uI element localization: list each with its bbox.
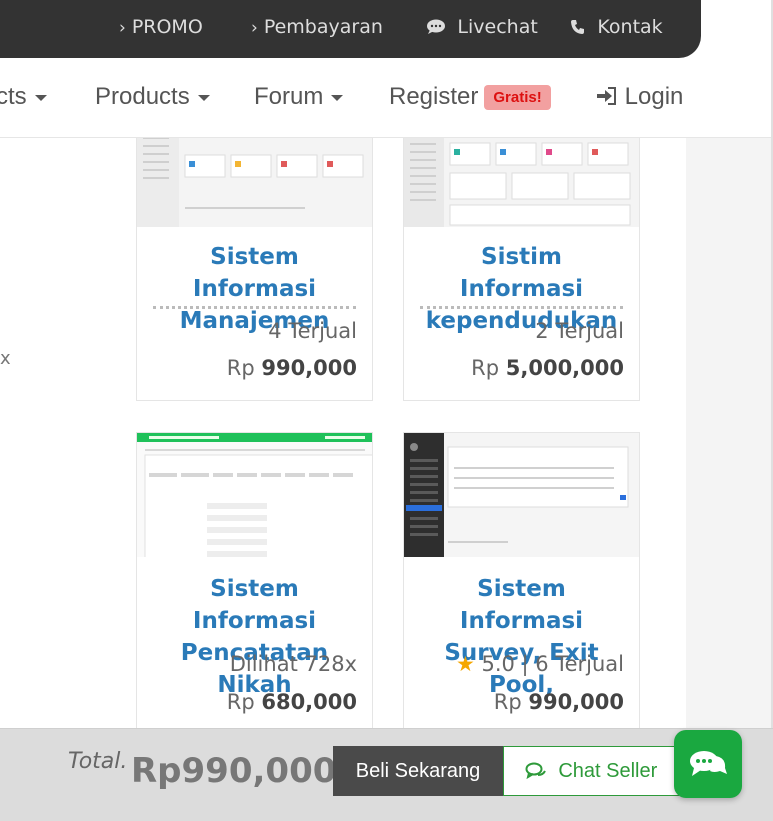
promo-link[interactable]: › PROMO	[119, 16, 203, 38]
caret-down-icon	[34, 94, 47, 101]
nav-item-products[interactable]: Products	[95, 83, 210, 111]
nav-item-forum[interactable]: Forum	[254, 83, 344, 111]
nav-item-label: Login	[624, 83, 684, 110]
product-price: Rp 990,000	[227, 356, 357, 380]
chat-bubbles-icon	[525, 760, 559, 782]
main-nav: cts Products Forum Register Gratis! Login	[0, 58, 773, 138]
chevron-right-icon: ›	[251, 18, 258, 38]
nav-item-label: cts	[0, 83, 27, 110]
chat-seller-label: Chat Seller	[558, 760, 658, 782]
livechat-label: Livechat	[457, 16, 538, 38]
checkout-bar: Total. Rp990,000 Beli Sekarang Chat Sell…	[0, 728, 773, 821]
price-currency: Rp	[226, 356, 255, 380]
buy-now-button[interactable]: Beli Sekarang	[333, 746, 503, 796]
caret-down-icon	[197, 94, 210, 101]
left-column-fragment: x	[0, 348, 11, 369]
divider	[420, 306, 623, 309]
nav-item-products-cut[interactable]: cts	[0, 83, 47, 111]
rating-value: 5.0	[481, 652, 515, 676]
rating-sold: ★ 5.0 | 6 Terjual	[456, 652, 624, 676]
price-currency: Rp	[493, 690, 522, 714]
product-price: Rp 5,000,000	[471, 356, 624, 380]
total-value: Rp990,000	[131, 751, 337, 791]
price-value: 990,000	[528, 690, 624, 714]
chat-seller-button[interactable]: Chat Seller	[503, 746, 679, 796]
chevron-right-icon: ›	[119, 18, 126, 38]
chat-bubble-icon	[426, 18, 451, 38]
nav-item-label: Products	[95, 83, 190, 110]
product-thumbnail[interactable]	[404, 138, 639, 227]
sold-count: | 6 Terjual	[521, 652, 624, 676]
view-count: Dilihat 728x	[229, 652, 357, 676]
nav-item-label: Register	[389, 83, 479, 110]
phone-icon	[570, 18, 591, 38]
product-thumbnail[interactable]	[404, 433, 639, 557]
product-card[interactable]: Sistem Informasi Manajemen 4 Terjual Rp …	[136, 138, 373, 401]
product-title[interactable]: Sistem Informasi Survey, Exit Pool,	[420, 573, 623, 701]
price-currency: Rp	[471, 356, 500, 380]
total-label: Total.	[68, 749, 128, 774]
price-value: 990,000	[261, 356, 357, 380]
nav-item-login[interactable]: Login	[596, 83, 683, 111]
caret-down-icon	[331, 94, 344, 101]
product-grid: x Sistem Informasi Manajemen 4 Terjual R…	[0, 138, 686, 728]
nav-item-register[interactable]: Register Gratis!	[389, 83, 551, 111]
divider	[153, 306, 356, 309]
chat-widget-button[interactable]	[674, 730, 742, 798]
price-currency: Rp	[226, 690, 255, 714]
nav-item-label: Forum	[254, 83, 324, 110]
product-card[interactable]: Sistem Informasi Pencatatan Nikah Diliha…	[136, 432, 373, 728]
product-thumbnail[interactable]	[137, 433, 372, 557]
pembayaran-label: Pembayaran	[263, 16, 383, 38]
product-price: Rp 680,000	[227, 690, 357, 714]
price-value: 680,000	[261, 690, 357, 714]
promo-label: PROMO	[131, 16, 203, 38]
livechat-link[interactable]: Livechat	[426, 16, 538, 38]
price-value: 5,000,000	[505, 356, 624, 380]
star-icon: ★	[455, 652, 475, 676]
right-gutter	[686, 138, 773, 728]
pembayaran-link[interactable]: › Pembayaran	[251, 16, 383, 38]
sold-count: 4 Terjual	[268, 319, 357, 343]
login-icon	[596, 83, 625, 110]
product-card[interactable]: Sistim Informasi kependudukan 2 Terjual …	[403, 138, 640, 401]
product-price: Rp 990,000	[494, 690, 624, 714]
chat-bubbles-icon	[690, 751, 727, 776]
gratis-badge: Gratis!	[484, 85, 551, 111]
kontak-link[interactable]: Kontak	[570, 16, 663, 38]
kontak-label: Kontak	[597, 16, 663, 38]
top-bar: › PROMO › Pembayaran Livechat Kontak	[0, 0, 701, 58]
product-card[interactable]: Sistem Informasi Survey, Exit Pool, ★ 5.…	[403, 432, 640, 728]
product-title[interactable]: Sistem Informasi Pencatatan Nikah	[153, 573, 356, 701]
product-thumbnail[interactable]	[137, 138, 372, 227]
sold-count: 2 Terjual	[535, 319, 624, 343]
